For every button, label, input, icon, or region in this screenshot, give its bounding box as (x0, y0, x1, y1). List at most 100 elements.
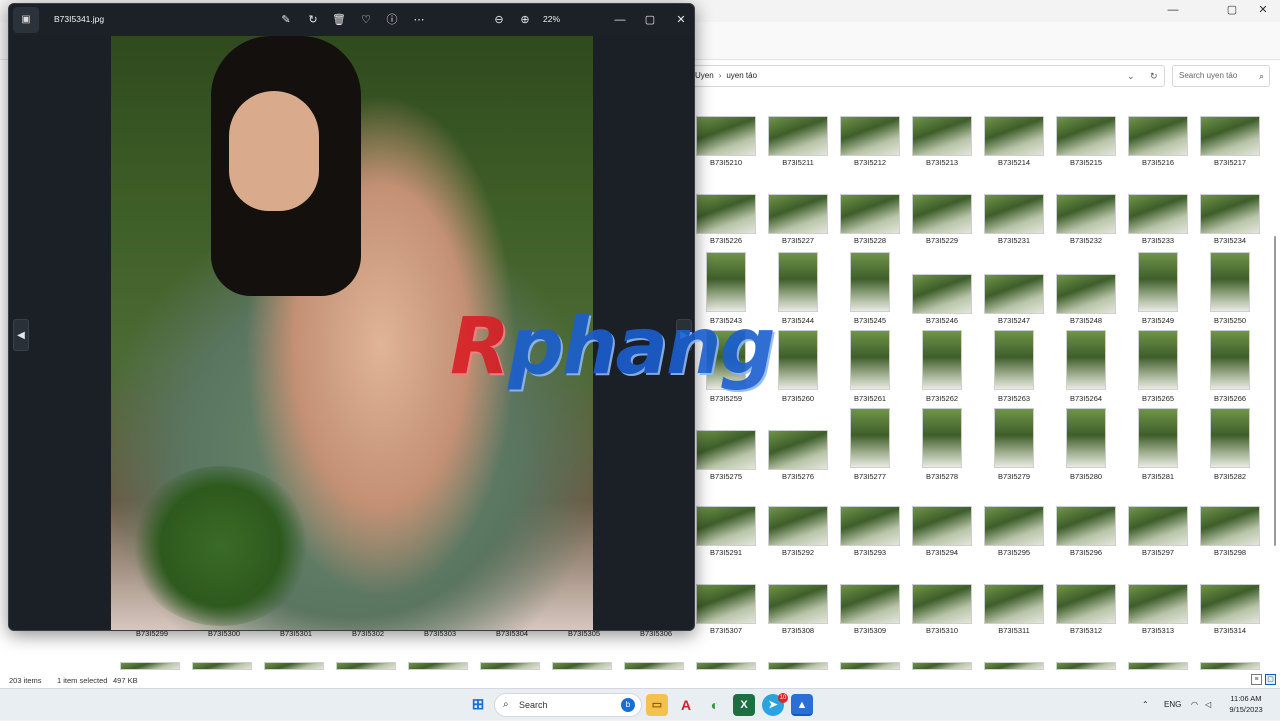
address-bar[interactable]: Uyen › uyen táo ⌄ ↻ (690, 65, 1165, 87)
photos-close-button[interactable]: ✕ (673, 12, 689, 28)
file-tile[interactable]: B73I5308 (767, 96, 833, 635)
file-explorer-taskbar-icon[interactable]: ▭ (646, 694, 668, 716)
file-name: B73I5264 (1069, 394, 1103, 403)
watermark-first-letter: R (450, 302, 510, 392)
edit-icon[interactable]: ✎ (278, 12, 294, 28)
file-name: B73I5259 (709, 394, 743, 403)
system-clock[interactable]: 11:06 AM 9/15/2023 (1224, 693, 1268, 715)
file-tile[interactable] (407, 662, 473, 670)
photos-titlebar: ▣ B73I5341.jpg ✎ ↻ 🗑 ♡ ⓘ ⋯ ⊖ ⊕ 22% — ▢ ✕ (9, 4, 694, 36)
file-tile[interactable] (335, 662, 401, 670)
breadcrumb-item-uyen-tao[interactable]: uyen táo (726, 71, 757, 80)
file-tile[interactable]: B73I5314 (1199, 96, 1265, 635)
file-thumbnail (1128, 506, 1188, 546)
explorer-close-button[interactable]: ✕ (1250, 2, 1276, 18)
file-thumbnail (1138, 408, 1178, 468)
file-thumbnail (850, 330, 890, 390)
file-thumbnail (922, 408, 962, 468)
photos-taskbar-icon[interactable]: ▲ (791, 694, 813, 716)
taskbar-search-label: Search (519, 700, 548, 710)
file-name: B73I5277 (853, 472, 887, 481)
rotate-icon[interactable]: ↻ (305, 12, 321, 28)
excel-icon[interactable]: X (733, 694, 755, 716)
breadcrumb-chevron-icon: › (718, 71, 722, 80)
file-tile[interactable] (983, 662, 1049, 670)
file-name: B73I5245 (853, 316, 887, 325)
selected-size: 497 KB (113, 676, 138, 685)
file-thumbnail (984, 506, 1044, 546)
file-thumbnail (696, 584, 756, 624)
file-thumbnail (696, 662, 756, 670)
file-name: B73I5308 (781, 626, 815, 635)
wifi-icon[interactable]: ◠ (1191, 689, 1198, 721)
photo-file-name: B73I5341.jpg (54, 14, 105, 24)
file-name: B73I5231 (997, 236, 1031, 245)
file-name: B73I5234 (1213, 236, 1247, 245)
selected-count: 1 item selected (57, 676, 108, 685)
file-tile[interactable] (1055, 662, 1121, 670)
file-thumbnail (408, 662, 468, 670)
file-tile[interactable]: B73I5310 (911, 96, 977, 635)
file-name: B73I5293 (853, 548, 887, 557)
file-thumbnail (984, 662, 1044, 670)
file-tile[interactable] (695, 662, 761, 670)
delete-icon[interactable]: 🗑 (331, 12, 347, 28)
file-tile[interactable] (839, 662, 905, 670)
refresh-icon[interactable]: ↻ (1150, 66, 1158, 86)
explorer-minimize-button[interactable]: — (1160, 2, 1186, 18)
file-thumbnail (1056, 584, 1116, 624)
photos-gallery-icon[interactable]: ▣ (13, 7, 39, 33)
file-thumbnail (696, 506, 756, 546)
bing-icon[interactable]: b (621, 698, 635, 712)
file-thumbnail (696, 194, 756, 234)
file-tile[interactable]: B73I5313 (1127, 96, 1193, 635)
browser-icon[interactable]: ◐ (704, 694, 726, 716)
language-indicator[interactable]: ENG (1164, 689, 1181, 721)
search-placeholder: Search uyen táo (1179, 71, 1238, 80)
file-tile[interactable]: B73I5311 (983, 96, 1049, 635)
file-tile[interactable] (623, 662, 689, 670)
file-tile[interactable] (767, 662, 833, 670)
file-tile[interactable]: B73I5312 (1055, 96, 1121, 635)
info-icon[interactable]: ⓘ (384, 12, 400, 28)
file-thumbnail (192, 662, 252, 670)
file-name: B73I5296 (1069, 548, 1103, 557)
zoom-in-icon[interactable]: ⊕ (517, 12, 533, 28)
file-tile[interactable] (1127, 662, 1193, 670)
photos-minimize-button[interactable]: — (612, 12, 628, 28)
zoom-out-icon[interactable]: ⊖ (491, 12, 507, 28)
file-name: B73I5295 (997, 548, 1031, 557)
file-tile[interactable]: B73I5307 (695, 96, 761, 635)
large-icons-view-icon[interactable]: ▢ (1265, 674, 1276, 685)
file-thumbnail (1210, 408, 1250, 468)
start-windows-icon[interactable]: ⊞ (467, 694, 489, 716)
file-name: B73I5311 (998, 626, 1030, 635)
file-name: B73I5232 (1069, 236, 1103, 245)
taskbar-search-box[interactable]: ⌕ Search b (494, 693, 642, 717)
explorer-maximize-button[interactable]: ▢ (1219, 2, 1245, 18)
file-tile[interactable] (263, 662, 329, 670)
breadcrumb-item-uyen[interactable]: Uyen (695, 71, 714, 80)
favorite-icon[interactable]: ♡ (358, 12, 374, 28)
acrobat-icon[interactable]: A (675, 694, 697, 716)
file-tile[interactable] (119, 662, 185, 670)
more-icon[interactable]: ⋯ (411, 12, 427, 28)
zoom-level[interactable]: 22% (543, 14, 560, 24)
address-history-chevron-icon[interactable]: ⌄ (1127, 66, 1135, 86)
file-tile[interactable] (1199, 662, 1265, 670)
file-tile[interactable]: B73I5309 (839, 96, 905, 635)
previous-photo-button[interactable]: ◀ (13, 319, 29, 351)
explorer-search-input[interactable]: Search uyen táo ⌕ (1172, 65, 1270, 87)
file-tile[interactable] (551, 662, 617, 670)
file-tile[interactable] (191, 662, 257, 670)
explorer-scrollbar[interactable] (1272, 96, 1278, 670)
volume-icon[interactable]: ◁ (1205, 689, 1211, 721)
photos-maximize-button[interactable]: ▢ (642, 12, 658, 28)
file-thumbnail (768, 584, 828, 624)
details-view-icon[interactable]: ≡ (1251, 674, 1262, 685)
scrollbar-thumb[interactable] (1274, 236, 1276, 546)
file-tile[interactable] (479, 662, 545, 670)
file-tile[interactable] (911, 662, 977, 670)
file-name: B73I5275 (709, 472, 743, 481)
tray-chevron-up-icon[interactable]: ⌃ (1142, 689, 1149, 721)
